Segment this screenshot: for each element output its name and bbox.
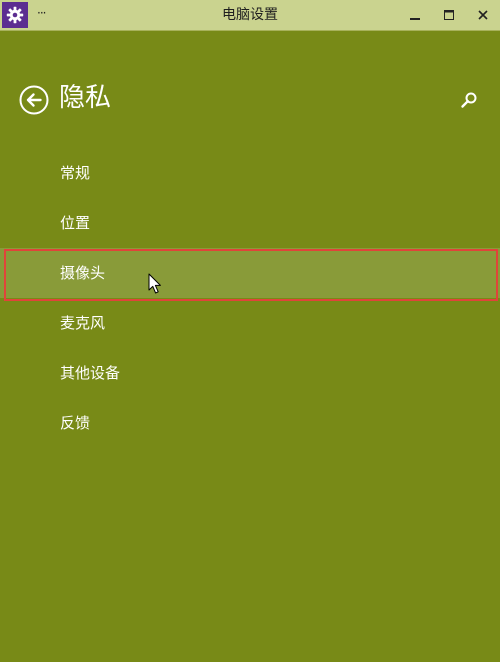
minimize-button[interactable] (398, 0, 432, 30)
back-button[interactable] (19, 85, 49, 115)
settings-window: ··· 电脑设置 隐私 常规 位置 摄像头 麦克风 其他设备 反馈 (0, 0, 500, 662)
search-button[interactable] (460, 91, 478, 109)
window-controls (398, 0, 500, 30)
nav-item-location[interactable]: 位置 (0, 198, 500, 248)
minimize-icon (410, 18, 420, 20)
nav-item-general[interactable]: 常规 (0, 148, 500, 198)
back-arrow-icon (19, 85, 49, 115)
nav-item-other-devices[interactable]: 其他设备 (0, 348, 500, 398)
nav-item-camera[interactable]: 摄像头 (0, 248, 500, 298)
nav-item-feedback[interactable]: 反馈 (0, 398, 500, 448)
privacy-nav-list: 常规 位置 摄像头 麦克风 其他设备 反馈 (0, 148, 500, 448)
maximize-icon (444, 10, 454, 20)
title-bar[interactable]: ··· 电脑设置 (0, 0, 500, 31)
page-header: 隐私 (0, 80, 500, 120)
close-button[interactable] (466, 0, 500, 30)
close-icon (478, 10, 488, 20)
page-title: 隐私 (59, 83, 112, 113)
search-icon (461, 92, 477, 108)
maximize-button[interactable] (432, 0, 466, 30)
nav-item-microphone[interactable]: 麦克风 (0, 298, 500, 348)
